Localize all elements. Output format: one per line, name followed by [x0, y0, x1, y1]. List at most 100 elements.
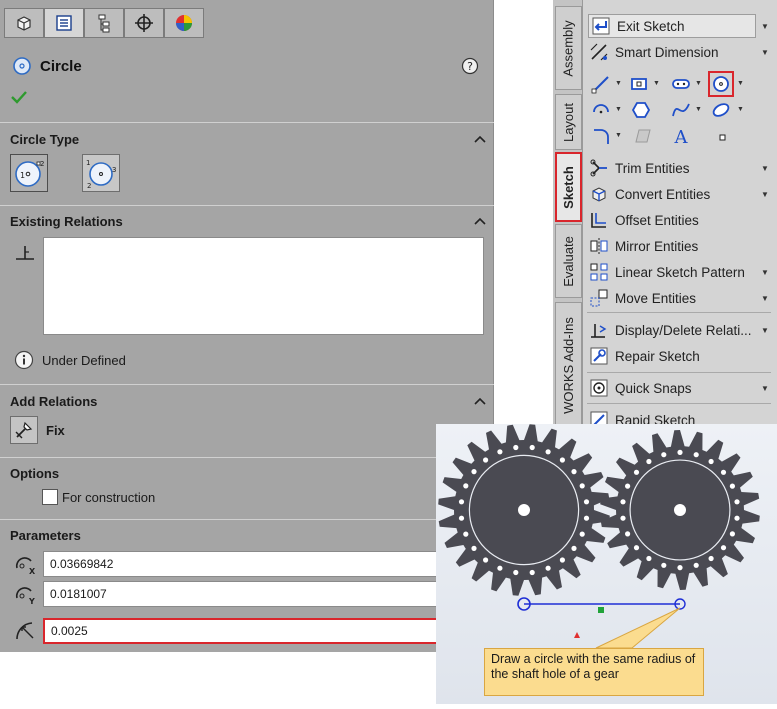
offset-entities-button[interactable]: Offset Entities — [589, 210, 699, 230]
center-y-input[interactable] — [43, 581, 483, 607]
plane-icon[interactable] — [633, 126, 653, 146]
fillet-icon[interactable] — [591, 126, 611, 146]
gear-bolt-hole — [559, 557, 565, 563]
tab-works-add-ins[interactable]: WORKS Add-Ins — [555, 302, 582, 428]
existing-relations-list[interactable] — [43, 237, 484, 335]
chevron-up-icon[interactable] — [474, 217, 486, 225]
convert-entities-button[interactable]: Convert Entities — [589, 184, 710, 204]
tab-layout[interactable]: Layout — [555, 94, 582, 150]
gear-bolt-hole — [571, 469, 577, 475]
radius-icon — [16, 622, 34, 640]
gear-bolt-hole — [545, 565, 551, 571]
relations-icon — [591, 324, 607, 338]
chevron-up-icon[interactable] — [474, 397, 486, 405]
center-x-input[interactable] — [43, 551, 483, 577]
divider — [587, 372, 771, 373]
configuration-manager-tab[interactable] — [84, 8, 124, 38]
chevron-down-icon[interactable]: ▼ — [761, 268, 769, 277]
feature-manager-tab[interactable] — [4, 8, 44, 38]
gear-bolt-hole — [633, 545, 640, 551]
options-heading: Options — [10, 466, 60, 481]
gear-bolt-hole — [693, 562, 699, 568]
slot-icon[interactable] — [671, 74, 691, 94]
center-circle-button[interactable]: 1 2 — [10, 154, 48, 192]
svg-text:Y: Y — [28, 597, 35, 606]
perimeter-circle-icon: 1 3 2 — [86, 159, 116, 189]
chevron-up-icon[interactable] — [474, 135, 486, 143]
help-icon[interactable]: ? — [461, 57, 479, 75]
polygon-icon[interactable] — [631, 100, 651, 120]
line-icon[interactable] — [591, 74, 611, 94]
move-entities-button[interactable]: Move Entities — [589, 288, 696, 308]
exit-sketch-button[interactable]: Exit Sketch — [588, 14, 756, 38]
chevron-down-icon[interactable]: ▼ — [737, 106, 744, 113]
chevron-down-icon[interactable]: ▼ — [761, 384, 769, 393]
existing-relations-heading: Existing Relations — [10, 214, 123, 229]
divider — [0, 122, 494, 123]
gear-shaft-hole — [674, 504, 686, 516]
arc-icon[interactable] — [591, 100, 611, 120]
divider — [0, 457, 494, 458]
tab-evaluate[interactable]: Evaluate — [555, 224, 582, 298]
quick-snaps-button[interactable]: Quick Snaps — [589, 378, 692, 398]
gear-bolt-hole — [471, 469, 477, 475]
chevron-down-icon[interactable]: ▼ — [695, 106, 702, 113]
center-y-icon: Y — [15, 587, 35, 606]
for-construction-option[interactable]: For construction — [42, 489, 155, 505]
gear-bolt-hole — [625, 483, 631, 489]
gear-bolt-hole — [720, 545, 727, 551]
ok-checkmark-icon[interactable] — [11, 90, 27, 104]
chevron-down-icon[interactable]: ▼ — [695, 80, 702, 87]
chevron-down-icon[interactable]: ▼ — [761, 294, 769, 303]
gear-bolt-hole — [571, 545, 577, 551]
display-delete-relations-button[interactable]: Display/Delete Relati... — [589, 320, 752, 340]
dimxpert-tab[interactable] — [124, 8, 164, 38]
chevron-down-icon[interactable]: ▼ — [761, 48, 769, 57]
linear-sketch-pattern-button[interactable]: Linear Sketch Pattern — [589, 262, 745, 282]
tab-assembly[interactable]: Assembly — [555, 6, 582, 90]
chevron-down-icon[interactable]: ▼ — [761, 22, 769, 31]
rectangle-icon[interactable] — [629, 74, 649, 94]
tab-sketch[interactable]: Sketch — [555, 152, 582, 222]
for-construction-checkbox[interactable] — [42, 489, 58, 505]
svg-text:2: 2 — [40, 160, 44, 168]
add-relations-heading: Add Relations — [10, 394, 98, 409]
page-title: Circle — [40, 57, 82, 75]
parameters-heading: Parameters — [10, 528, 81, 543]
gear-bolt-hole — [693, 452, 699, 458]
status-row: Under Defined — [14, 350, 126, 370]
smart-dimension-button[interactable]: Smart Dimension — [589, 42, 719, 62]
trim-entities-button[interactable]: Trim Entities — [589, 158, 690, 178]
center-x-row: X — [14, 551, 483, 577]
text-icon[interactable]: A — [671, 126, 691, 146]
mirror-entities-button[interactable]: Mirror Entities — [589, 236, 698, 256]
fix-button[interactable] — [10, 416, 38, 444]
chevron-down-icon[interactable]: ▼ — [737, 80, 744, 87]
repair-sketch-button[interactable]: Repair Sketch — [589, 346, 700, 366]
radius-input[interactable] — [43, 618, 483, 644]
manager-tabs — [4, 8, 204, 38]
chevron-down-icon[interactable]: ▼ — [761, 326, 769, 335]
chevron-down-icon[interactable]: ▼ — [761, 164, 769, 173]
chevron-down-icon[interactable]: ▼ — [761, 190, 769, 199]
spline-icon[interactable] — [671, 100, 691, 120]
chevron-down-icon[interactable]: ▼ — [653, 80, 660, 87]
circle-tool-highlight — [708, 71, 734, 97]
property-manager-tab[interactable] — [44, 8, 84, 38]
center-y-row: Y — [14, 581, 483, 607]
gear-bolt-hole — [620, 499, 626, 505]
chevron-down-icon[interactable]: ▼ — [615, 80, 622, 87]
gear-bolt-hole — [734, 499, 740, 505]
gear-bolt-hole — [661, 562, 667, 568]
chevron-down-icon[interactable]: ▼ — [615, 106, 622, 113]
fix-relation[interactable]: Fix — [10, 416, 65, 444]
gear-bolt-hole — [708, 555, 714, 562]
perimeter-circle-button[interactable]: 1 3 2 — [82, 154, 120, 192]
configuration-manager-icon — [98, 14, 110, 33]
point-icon[interactable] — [713, 128, 733, 148]
trim-entities-icon — [590, 159, 607, 177]
chevron-down-icon[interactable]: ▼ — [615, 132, 622, 139]
display-manager-tab[interactable] — [164, 8, 204, 38]
display-manager-icon — [176, 15, 192, 31]
ellipse-icon[interactable] — [711, 100, 731, 120]
